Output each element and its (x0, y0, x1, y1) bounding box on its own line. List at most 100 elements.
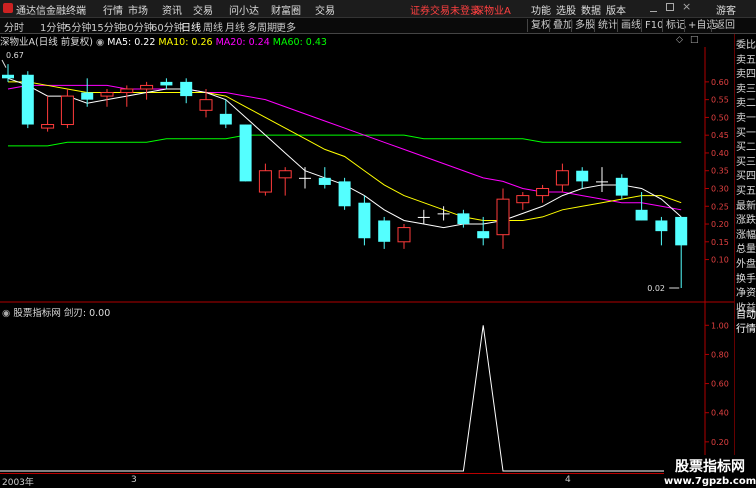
right-panel-item[interactable]: 买四 (736, 167, 756, 182)
candle[interactable] (437, 213, 450, 215)
right-panel-item[interactable]: 买二 (736, 138, 756, 153)
right-panel-item[interactable]: 委比 (736, 36, 756, 51)
ma60-line (8, 134, 682, 147)
candle[interactable] (397, 227, 411, 243)
right-panel-item[interactable]: 行情 (736, 320, 756, 335)
period-5min[interactable]: 5分钟 (65, 19, 91, 34)
period-multi[interactable]: 多周期 (247, 19, 277, 34)
right-panel-item[interactable]: 涨跌 (736, 211, 756, 226)
candle[interactable] (140, 84, 154, 90)
price-axis-label: 0.15 (711, 238, 729, 247)
price-axis-label: 0.40 (711, 149, 729, 158)
period-more[interactable]: 更多 (276, 19, 296, 34)
candle[interactable] (596, 181, 608, 183)
right-panel-item[interactable]: 自动 (736, 306, 756, 321)
candle[interactable] (516, 195, 530, 204)
candle[interactable] (358, 202, 371, 239)
menu-wealth-circle[interactable]: 财富圈 (271, 2, 301, 17)
period-30min[interactable]: 30分钟 (121, 19, 154, 34)
back-button[interactable]: 返回 (711, 19, 738, 32)
login-notice[interactable]: 证券交易未登录 (410, 2, 480, 17)
indicator-axis-label: 0.80 (711, 350, 729, 359)
right-panel-item[interactable]: 换手 (736, 270, 756, 285)
price-axis-label: 0.35 (711, 167, 729, 176)
candle[interactable] (219, 113, 232, 125)
candle[interactable] (41, 124, 55, 129)
right-panel-item[interactable]: 卖五 (736, 51, 756, 66)
candle[interactable] (258, 170, 272, 193)
period-monthly[interactable]: 月线 (225, 19, 245, 34)
menu-news[interactable]: 资讯 (162, 2, 182, 17)
right-panel-item[interactable]: 净资 (736, 284, 756, 299)
right-panel-item[interactable]: 买一 (736, 124, 756, 139)
candle[interactable] (81, 92, 94, 100)
candle[interactable] (180, 81, 193, 97)
candle[interactable] (477, 231, 490, 239)
candle[interactable] (21, 74, 34, 125)
right-panel-item[interactable]: 总量 (736, 240, 756, 255)
period-60min[interactable]: 60分钟 (151, 19, 184, 34)
candle[interactable] (338, 181, 351, 207)
menu-quotes[interactable]: 行情 (103, 2, 123, 17)
menu-market[interactable]: 市场 (128, 2, 148, 17)
menu-trade-2[interactable]: 交易 (315, 2, 335, 17)
candle[interactable] (457, 213, 470, 225)
menu-data[interactable]: 数据 (581, 2, 601, 17)
period-weekly[interactable]: 周线 (203, 19, 223, 34)
menu-trade[interactable]: 交易 (193, 2, 213, 17)
period-15min[interactable]: 15分钟 (91, 19, 124, 34)
candle[interactable] (378, 220, 391, 242)
candle[interactable] (555, 170, 569, 186)
period-1min[interactable]: 1分钟 (40, 19, 66, 34)
candle[interactable] (675, 216, 688, 246)
candle[interactable] (318, 177, 331, 185)
right-panel-item[interactable]: 买三 (736, 153, 756, 168)
watermark-title: 股票指标网 (675, 459, 745, 475)
candle[interactable] (60, 95, 74, 126)
price-axis-label: 0.45 (711, 131, 729, 140)
candle[interactable] (239, 124, 252, 182)
minimize-icon[interactable] (650, 4, 657, 12)
candle[interactable] (635, 209, 648, 221)
app-name: 通达信金融终端 (16, 6, 86, 17)
high-price-marker: 0.67 (6, 51, 24, 60)
period-daily[interactable]: 日线 (181, 19, 201, 34)
close-icon[interactable]: × (682, 0, 691, 13)
candle[interactable] (496, 198, 510, 236)
candle[interactable] (2, 74, 14, 79)
candle[interactable] (278, 170, 292, 179)
date-axis: 2003年 3 4 (0, 473, 733, 488)
right-panel-item[interactable]: 卖二 (736, 94, 756, 109)
candle[interactable] (536, 187, 550, 197)
right-panel-item[interactable]: 买五 (736, 182, 756, 197)
menu-version[interactable]: 版本 (606, 2, 626, 17)
menu-wenxiaoda[interactable]: 问小达 (229, 2, 259, 17)
right-panel-item[interactable]: 最新 (736, 197, 756, 212)
candle[interactable] (299, 177, 311, 179)
right-panel-item[interactable]: 外盘 (736, 255, 756, 270)
menu-function[interactable]: 功能 (531, 2, 551, 17)
price-axis-label: 0.25 (711, 202, 729, 211)
candle[interactable] (615, 177, 628, 196)
candle[interactable] (160, 81, 173, 86)
indicator-settings-icon[interactable]: ◉ (2, 308, 13, 319)
app-logo-icon (3, 3, 13, 13)
candle[interactable] (576, 170, 589, 182)
watermark: 股票指标网 www.7gpzb.com (664, 455, 756, 487)
guest-user[interactable]: 游客 (716, 2, 736, 17)
candle[interactable] (199, 99, 213, 111)
title-bar: 通达信金融终端 行情 市场 资讯 交易 问小达 财富圈 交易 证券交易未登录 深… (0, 0, 756, 18)
right-panel-item[interactable]: 涨幅 (736, 226, 756, 241)
menu-select-stock[interactable]: 选股 (556, 2, 576, 17)
candle[interactable] (655, 220, 668, 232)
candle[interactable] (417, 216, 430, 218)
right-panel-item[interactable]: 卖三 (736, 80, 756, 95)
kline-chart[interactable]: 0.60 0.55 0.50 0.45 0.40 0.35 0.30 0.25 0.20 0.15… (0, 34, 734, 474)
draw-line-button[interactable]: 画线 (617, 19, 644, 32)
right-panel-item[interactable]: 卖四 (736, 65, 756, 80)
maximize-icon[interactable] (666, 3, 674, 11)
candle[interactable] (100, 92, 114, 97)
right-panel-item[interactable]: 卖一 (736, 109, 756, 124)
candle[interactable] (120, 88, 134, 94)
period-intraday[interactable]: 分时 (4, 19, 24, 34)
